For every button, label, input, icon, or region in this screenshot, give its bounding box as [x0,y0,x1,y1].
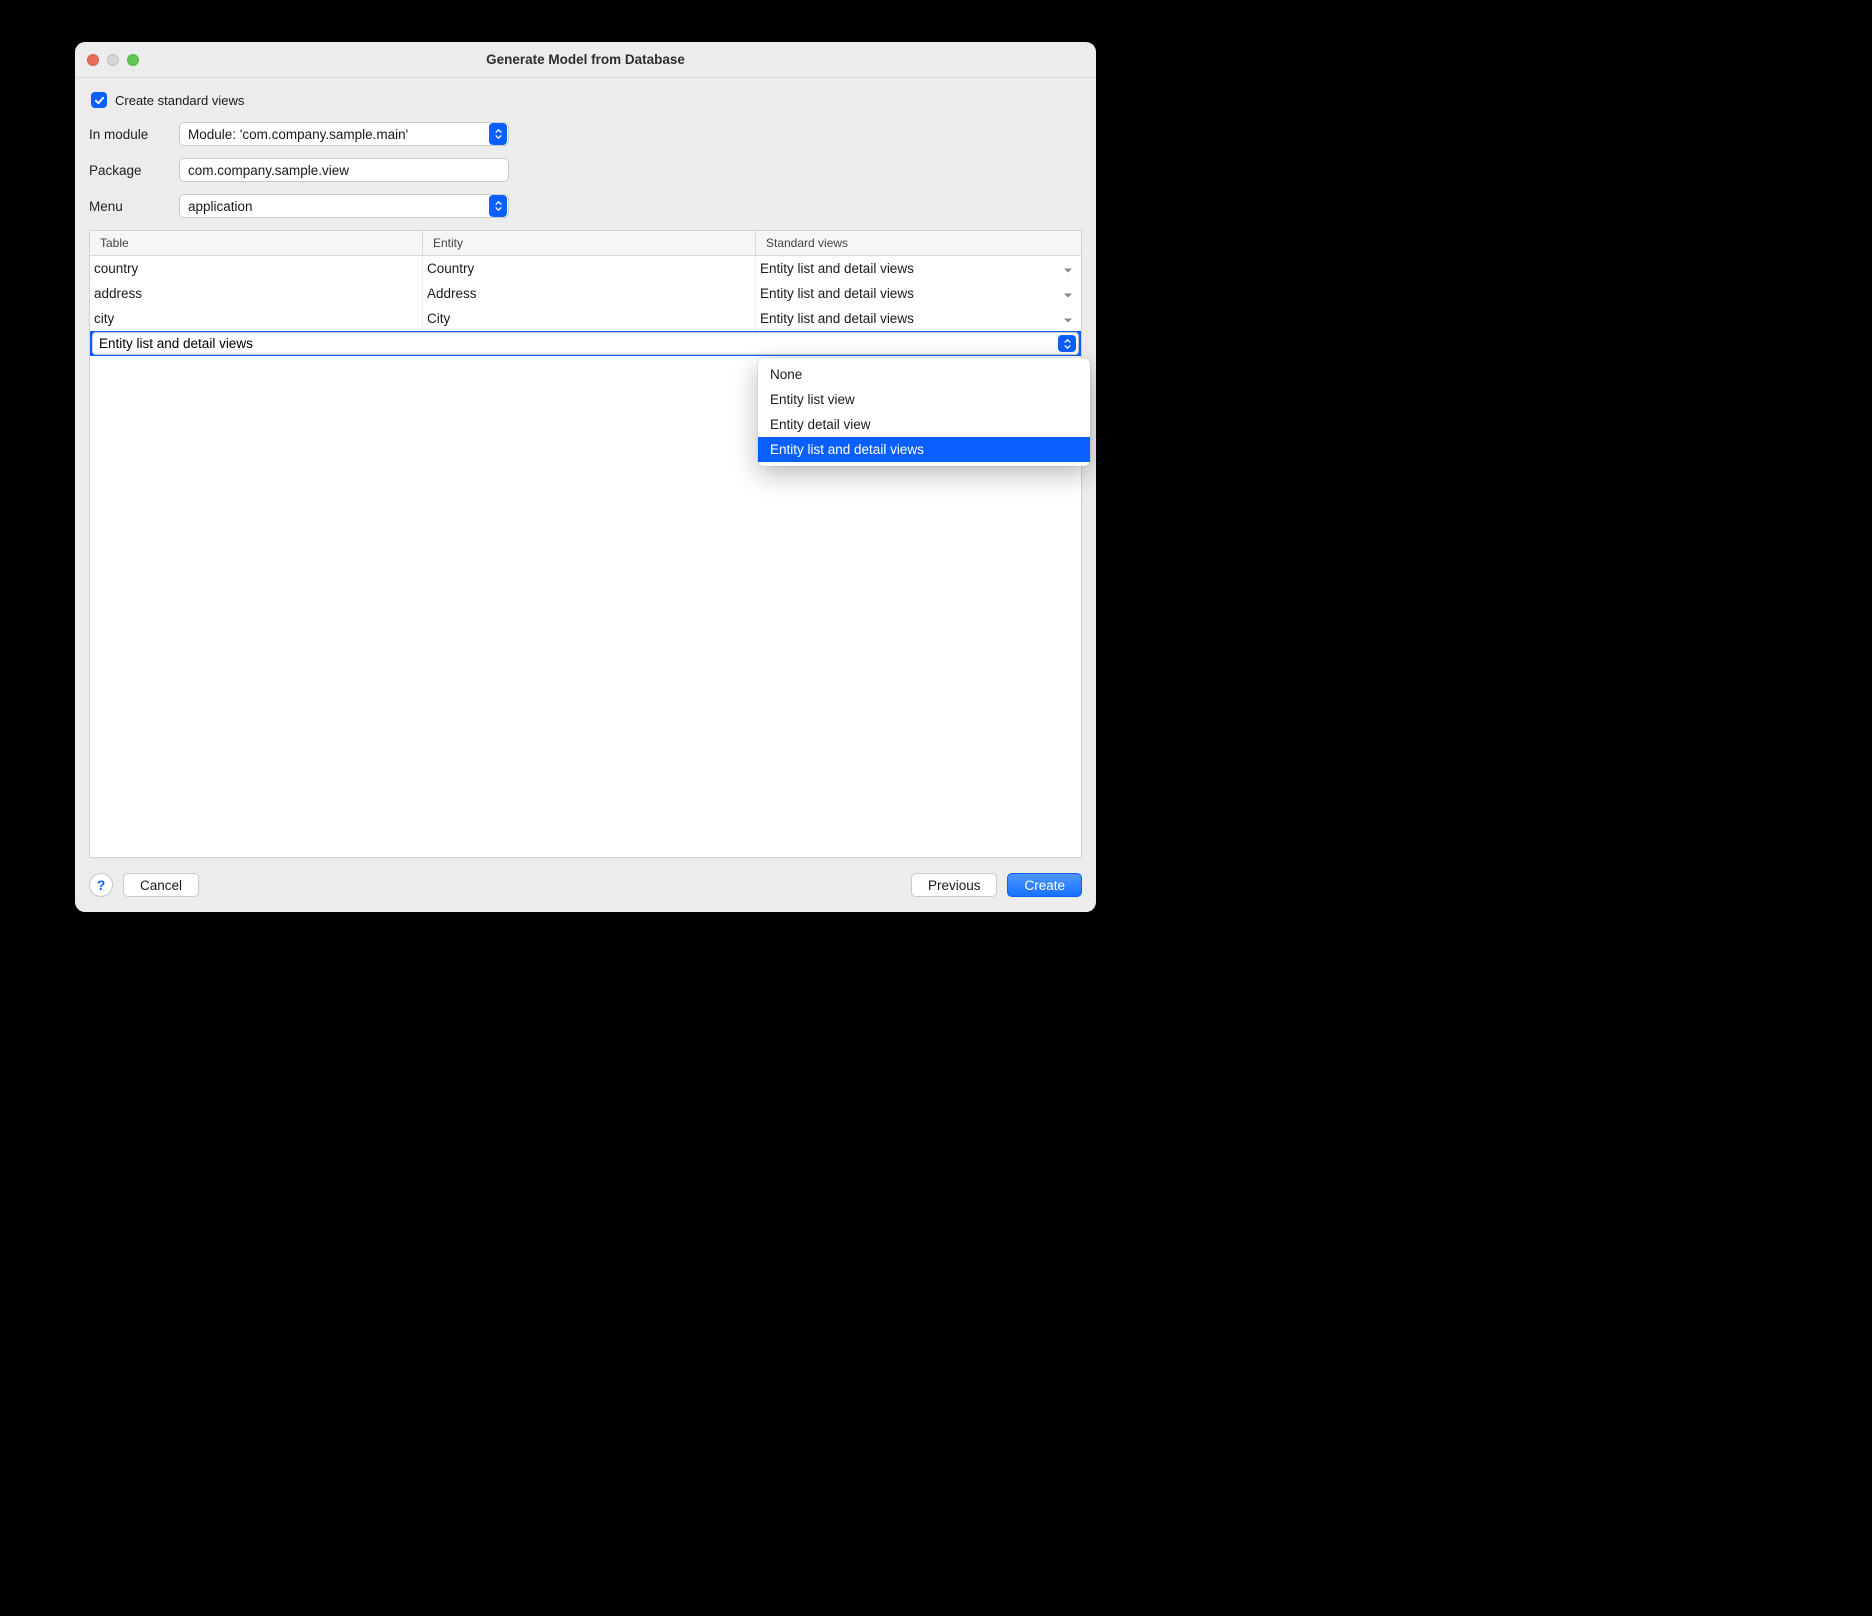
dialog-title: Generate Model from Database [75,52,1096,67]
create-standard-views-checkbox[interactable] [91,92,107,108]
cell-views[interactable]: Entity list and detail views [756,331,1081,356]
dropdown-option-list[interactable]: Entity list view [758,387,1090,412]
dropdown-option-list-detail[interactable]: Entity list and detail views [758,437,1090,462]
in-module-row: In module Module: 'com.company.sample.ma… [89,122,1082,146]
table-row[interactable]: country Country Entity list and detail v… [90,256,1081,281]
package-input[interactable]: com.company.sample.view [179,158,509,182]
cell-entity: Country [423,256,756,281]
in-module-value: Module: 'com.company.sample.main' [188,127,488,142]
table-row[interactable]: actor Actor Entity list and detail views [90,331,1081,356]
create-standard-views-row: Create standard views [89,92,1082,108]
menu-select[interactable]: application [179,194,509,218]
dialog-content: Create standard views In module Module: … [75,78,1096,858]
menu-label: Menu [89,199,179,214]
previous-button[interactable]: Previous [911,873,998,897]
package-value: com.company.sample.view [188,163,349,178]
table-row[interactable]: city City Entity list and detail views [90,306,1081,331]
cell-table: country [90,256,423,281]
stepper-icon [1058,335,1076,352]
table-row[interactable]: address Address Entity list and detail v… [90,281,1081,306]
in-module-label: In module [89,127,179,142]
menu-value: application [188,199,488,214]
th-views[interactable]: Standard views [756,231,1081,255]
cell-entity: Address [423,281,756,306]
create-button[interactable]: Create [1007,873,1082,897]
views-dropdown-popup: None Entity list view Entity detail view… [758,358,1090,466]
table-body: country Country Entity list and detail v… [90,256,1081,857]
th-table[interactable]: Table [90,231,423,255]
dialog-generate-model: Generate Model from Database Create stan… [75,42,1096,912]
cell-table: address [90,281,423,306]
tables-grid: Table Entity Standard views country Coun… [89,230,1082,858]
dropdown-option-none[interactable]: None [758,362,1090,387]
chevron-down-icon [1063,286,1073,301]
dialog-footer: ? Cancel Previous Create [75,858,1096,912]
cell-views[interactable]: Entity list and detail views [756,281,1081,306]
package-label: Package [89,163,179,178]
cell-table: city [90,306,423,331]
cell-views[interactable]: Entity list and detail views [756,306,1081,331]
table-header: Table Entity Standard views [90,231,1081,256]
close-window-button[interactable] [87,54,99,66]
in-module-select[interactable]: Module: 'com.company.sample.main' [179,122,509,146]
chevron-down-icon [1063,261,1073,276]
help-button[interactable]: ? [89,873,113,897]
dropdown-option-detail[interactable]: Entity detail view [758,412,1090,437]
maximize-window-button[interactable] [127,54,139,66]
menu-row: Menu application [89,194,1082,218]
cell-views[interactable]: Entity list and detail views [756,256,1081,281]
views-cell-editor[interactable]: Entity list and detail views [92,332,1079,355]
chevron-down-icon [1063,311,1073,326]
cancel-button[interactable]: Cancel [123,873,199,897]
cell-entity: City [423,306,756,331]
traffic-lights [75,54,139,66]
th-entity[interactable]: Entity [423,231,756,255]
stepper-icon [489,123,507,145]
package-row: Package com.company.sample.view [89,158,1082,182]
create-standard-views-label: Create standard views [115,93,244,108]
stepper-icon [489,195,507,217]
titlebar: Generate Model from Database [75,42,1096,78]
check-icon [94,95,105,106]
minimize-window-button[interactable] [107,54,119,66]
